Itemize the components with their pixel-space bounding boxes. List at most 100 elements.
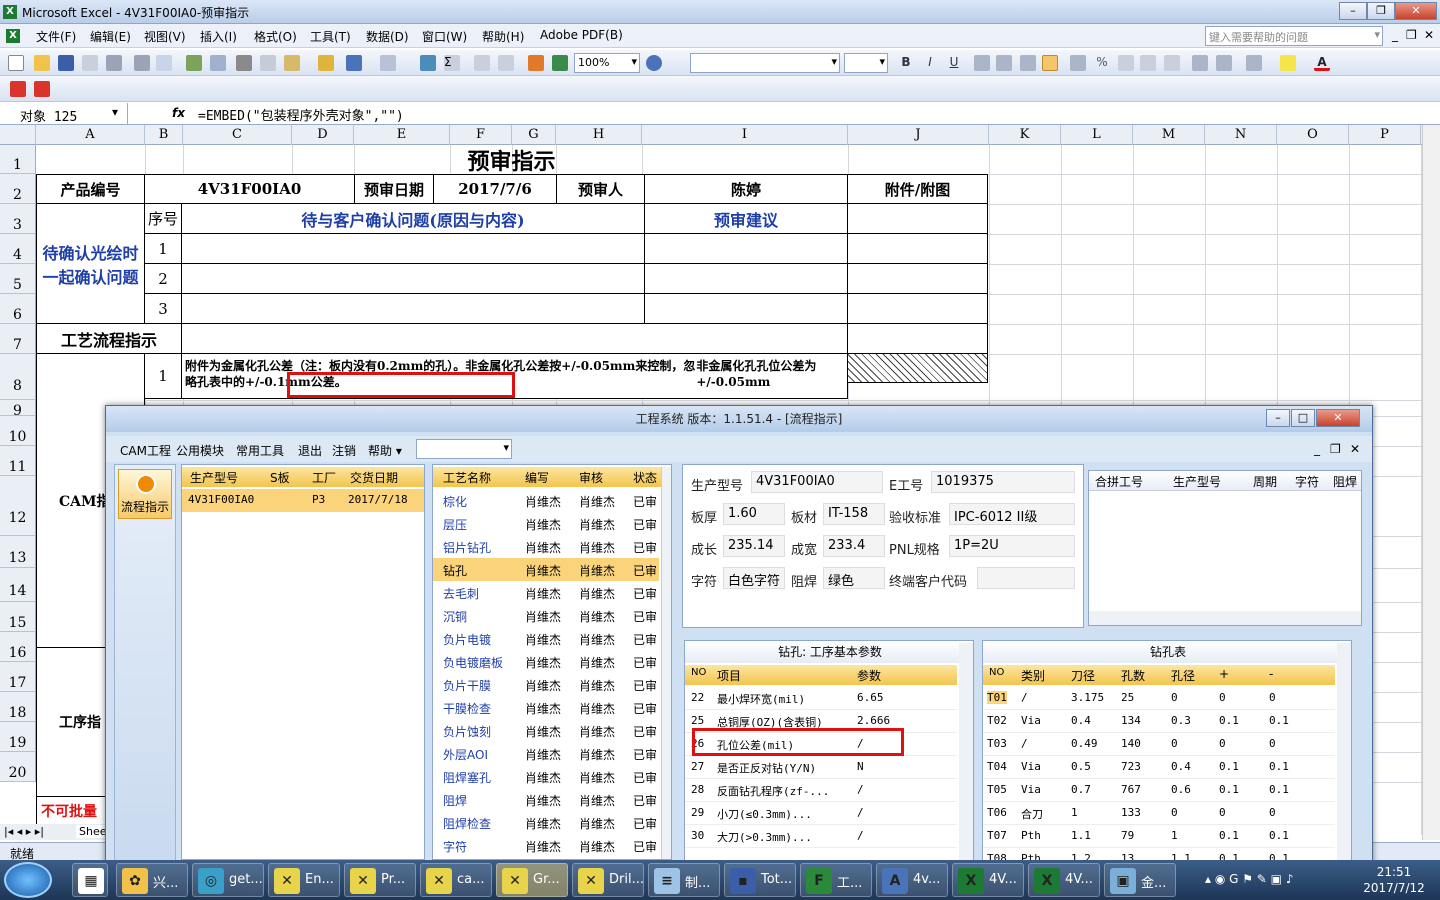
attach-label[interactable]: 附件/附图: [847, 174, 988, 204]
reviewer-value[interactable]: 陈婷: [644, 174, 848, 204]
print-icon[interactable]: [134, 55, 150, 71]
col-combine-no[interactable]: 合拼工号: [1095, 473, 1143, 490]
drill-row[interactable]: T03 / 0.49 140 0 0 0: [983, 733, 1335, 756]
col-process-name[interactable]: 工艺名称: [443, 469, 491, 486]
menu-view[interactable]: 视图(V): [144, 28, 186, 45]
customer-code-field[interactable]: [977, 567, 1075, 589]
row-header[interactable]: 14: [0, 568, 36, 602]
col-mask[interactable]: 阻焊: [1333, 473, 1357, 490]
doc-minimize-icon[interactable]: _: [1392, 28, 1398, 42]
row-header[interactable]: 12: [0, 476, 36, 536]
row8-seq[interactable]: 1: [144, 353, 182, 399]
row-header[interactable]: 1: [0, 145, 36, 174]
issue-cell-3[interactable]: [181, 293, 645, 324]
flow-instruction-button[interactable]: 流程指示: [118, 469, 172, 519]
col-model[interactable]: 生产型号: [190, 469, 238, 486]
taskbar-app-button[interactable]: X 4V...: [952, 863, 1024, 897]
dlg-close-button[interactable]: ✕: [1316, 409, 1360, 427]
seq-cell-3[interactable]: 3: [144, 293, 182, 324]
process-row[interactable]: 去毛刺 肖维杰 肖维杰 已审: [433, 581, 659, 604]
taskbar-app-button[interactable]: ✕ Gr...: [496, 863, 568, 897]
process-row[interactable]: 负片蚀刻 肖维杰 肖维杰 已审: [433, 719, 659, 742]
eno-field[interactable]: 1019375: [931, 471, 1075, 493]
child-minimize-icon[interactable]: _: [1314, 442, 1320, 456]
process-row[interactable]: 阻焊检查 肖维杰 肖维杰 已审: [433, 811, 659, 834]
autosum-icon[interactable]: Σ: [444, 55, 460, 71]
process-row[interactable]: 字符 肖维杰 肖维杰 已审: [433, 834, 659, 857]
dlg-maximize-button[interactable]: □: [1291, 409, 1315, 427]
name-box[interactable]: 对象 125: [0, 103, 128, 125]
param-row[interactable]: 27 是否正反对钻(Y/N) N: [685, 756, 957, 779]
menu-edit[interactable]: 编辑(E): [90, 28, 131, 45]
process-scrollbar[interactable]: [661, 467, 671, 859]
col-s-board[interactable]: S板: [270, 469, 290, 486]
taskbar-app-button[interactable]: ✕ Pr...: [344, 863, 416, 897]
spelling-icon[interactable]: [186, 55, 202, 71]
row-header[interactable]: 13: [0, 536, 36, 568]
fx-icon[interactable]: fx: [172, 106, 185, 120]
drill-row[interactable]: T07 Pth 1.1 79 1 0.1 0.1: [983, 825, 1335, 848]
row-header[interactable]: 8: [0, 354, 36, 400]
taskbar-app-button[interactable]: ◎ get...: [192, 863, 264, 897]
menu-window[interactable]: 窗口(W): [422, 28, 467, 45]
undo-icon[interactable]: [346, 55, 362, 71]
new-icon[interactable]: [8, 55, 24, 71]
menu-dlg-help[interactable]: 帮助 ▾: [368, 442, 402, 459]
percent-icon[interactable]: %: [1094, 55, 1110, 71]
taskbar-app-button[interactable]: ✕ Dril...: [572, 863, 644, 897]
increase-indent-icon[interactable]: [1216, 55, 1232, 71]
column-header[interactable]: I: [642, 125, 848, 145]
font-color-icon[interactable]: A: [1314, 55, 1330, 71]
column-header[interactable]: G: [512, 125, 556, 145]
col-hole-count[interactable]: 孔数: [1121, 667, 1145, 684]
comma-icon[interactable]: [1118, 55, 1134, 71]
email-icon[interactable]: [106, 55, 122, 71]
row-header[interactable]: 9: [0, 400, 36, 419]
attach-cell-5[interactable]: [847, 263, 988, 294]
col-combine-model[interactable]: 生产型号: [1173, 473, 1221, 490]
attach-cell-6[interactable]: [847, 293, 988, 324]
column-header[interactable]: A: [36, 125, 145, 145]
process-row[interactable]: 棕化 肖维杰 肖维杰 已审: [433, 489, 659, 512]
column-header[interactable]: O: [1277, 125, 1349, 145]
col-minus[interactable]: -: [1269, 667, 1273, 681]
menu-adobe-pdf[interactable]: Adobe PDF(B): [540, 28, 623, 42]
help-search-input[interactable]: 键入需要帮助的问题: [1205, 26, 1383, 46]
drill-row[interactable]: T05 Via 0.7 767 0.6 0.1 0.1: [983, 779, 1335, 802]
paste-icon[interactable]: [284, 55, 300, 71]
col-param[interactable]: 参数: [857, 667, 881, 684]
param-row[interactable]: 28 反面钻孔程序(zf-... /: [685, 779, 957, 802]
doc-close-icon[interactable]: ✕: [1424, 28, 1434, 42]
col-no[interactable]: NO: [691, 667, 706, 678]
hyperlink-icon[interactable]: [420, 55, 436, 71]
issue-cell-2[interactable]: [181, 263, 645, 294]
param-row[interactable]: 22 最小焊环宽(mil) 6.65: [685, 687, 957, 710]
taskbar-app-button[interactable]: ▪ Tot...: [724, 863, 796, 897]
taskbar-app-button[interactable]: ✿ 兴...: [116, 863, 188, 897]
italic-icon[interactable]: I: [922, 55, 938, 71]
model-field[interactable]: 4V31F00IA0: [751, 471, 883, 493]
redo-icon[interactable]: [380, 55, 396, 71]
attach-cell-3[interactable]: [847, 203, 988, 234]
product-no-label[interactable]: 产品编号: [36, 174, 145, 204]
advice-header[interactable]: 预审建议: [644, 203, 848, 234]
menu-file[interactable]: 文件(F): [36, 28, 76, 45]
date-label[interactable]: 预审日期: [354, 174, 434, 204]
seq-header[interactable]: 序号: [144, 203, 182, 234]
attach-cell-4[interactable]: [847, 233, 988, 264]
bold-icon[interactable]: B: [898, 55, 914, 71]
column-header[interactable]: K: [989, 125, 1061, 145]
attach-cell-7[interactable]: [847, 323, 988, 354]
column-header[interactable]: L: [1061, 125, 1133, 145]
column-header[interactable]: N: [1205, 125, 1277, 145]
row-header[interactable]: 4: [0, 234, 36, 264]
col-delivery-date[interactable]: 交货日期: [350, 469, 398, 486]
font-select[interactable]: [690, 53, 840, 73]
drill-row[interactable]: T06 合刀 1 133 0 0 0: [983, 802, 1335, 825]
taskbar-app-button[interactable]: ▣ 金...: [1104, 863, 1176, 897]
taskbar-app-button[interactable]: F 工...: [800, 863, 872, 897]
issue-header[interactable]: 待与客户确认问题(原因与内容): [181, 203, 645, 234]
col-item[interactable]: 项目: [717, 667, 741, 684]
vertical-scrollbar[interactable]: [1422, 125, 1440, 840]
process-row[interactable]: 铝片钻孔 肖维杰 肖维杰 已审: [433, 535, 659, 558]
